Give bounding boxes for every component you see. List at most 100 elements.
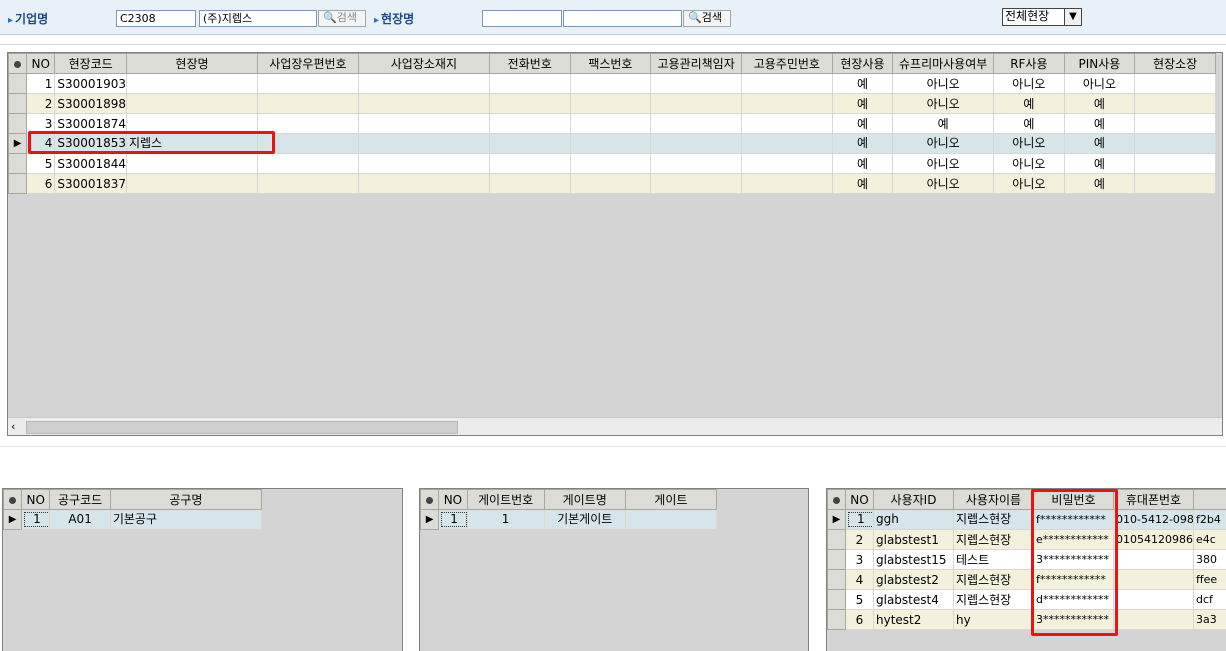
column-selector[interactable] [8,53,28,74]
row-indicator [827,569,846,590]
phone-cell [488,73,571,94]
table-row[interactable]: ▶ 1 ggh 지렙스현장 f************ 010-5412-0986 f2b4 [827,509,1226,530]
col-extra[interactable] [1193,489,1226,510]
company-search-button[interactable]: 🔍검색 [318,10,366,27]
user-id-cell: glabstest15 [873,549,954,570]
col-gate[interactable]: 게이트 [624,489,718,510]
sites-horizontal-scrollbar[interactable]: ‹ [8,417,1222,435]
table-row[interactable]: 6 hytest2 hy 3************ 3a3 [827,609,1226,630]
mobile-cell [1113,569,1194,590]
col-manager-id[interactable]: 고용주민번호 [740,53,833,74]
sites-header-row: NO 현장코드 현장명 사업장우편번호 사업장소재지 전화번호 팩스번호 고용관… [8,53,1216,74]
table-row[interactable]: 4 glabstest2 지렙스현장 f************ ffee [827,569,1226,590]
col-user-id[interactable]: 사용자ID [873,489,954,510]
table-row[interactable]: 3 glabstest15 테스트 3************ 380 [827,549,1226,570]
col-site-head[interactable]: 현장소장 [1134,53,1216,74]
sites-grid: NO 현장코드 현장명 사업장우편번호 사업장소재지 전화번호 팩스번호 고용관… [7,52,1223,436]
col-manager[interactable]: 고용관리책임자 [650,53,742,74]
site-name-input[interactable] [563,10,682,27]
manager-cell [650,153,742,174]
postal-cell [257,173,359,194]
row-indicator [827,549,846,570]
manager-id-cell [740,93,833,114]
col-postal[interactable]: 사업장우편번호 [257,53,359,74]
extra-cell: ffee [1193,569,1226,590]
site-code-input[interactable] [482,10,562,27]
mobile-cell [1113,549,1194,570]
user-id-cell: glabstest4 [873,589,954,610]
gates-table: NO 게이트번호 게이트명 게이트 ▶ 1 1 기본게이트 [420,489,718,530]
postal-cell [257,93,359,114]
company-search-label: 검색 [336,11,357,24]
site-filter-select[interactable]: 전체현장 ▼ [1002,8,1082,26]
col-site-name[interactable]: 현장명 [125,53,259,74]
col-gate-name[interactable]: 게이트명 [543,489,626,510]
col-rf[interactable]: RF사용 [993,53,1065,74]
company-code-input[interactable]: C2308 [116,10,196,27]
column-selector[interactable] [827,489,846,510]
suprema-cell: 아니오 [892,73,995,94]
row-indicator [827,529,846,550]
table-row[interactable]: 6 S300018373 예 아니오 아니오 예 [8,173,1216,194]
chevron-down-icon[interactable]: ▼ [1064,9,1081,25]
dot-icon [833,496,840,504]
col-site-code[interactable]: 현장코드 [54,53,127,74]
row-number: 2 [26,93,56,114]
col-no[interactable]: NO [845,489,874,510]
table-row[interactable]: 5 S300018443 예 아니오 아니오 예 [8,153,1216,174]
col-gate-number[interactable]: 게이트번호 [466,489,545,510]
col-no[interactable]: NO [26,53,56,74]
scrollbar-thumb[interactable] [26,421,458,434]
company-name-input[interactable]: (주)지렙스 [199,10,317,27]
site-use-cell: 예 [831,93,894,114]
col-no[interactable]: NO [21,489,51,510]
address-cell [357,133,490,154]
table-row[interactable]: 1 S300019035 예 아니오 아니오 아니오 [8,73,1216,94]
site-use-cell: 예 [831,73,894,94]
col-no[interactable]: NO [438,489,468,510]
row-number: 6 [845,609,874,630]
user-name-cell: 지렙스현장 [953,529,1034,550]
user-name-cell: 테스트 [953,549,1034,570]
table-row[interactable]: ▶ 1 A01 기본공구 [3,509,263,530]
col-pin[interactable]: PIN사용 [1063,53,1136,74]
site-search-label: 검색 [701,11,722,24]
col-fax[interactable]: 팩스번호 [569,53,652,74]
rf-cell: 예 [993,93,1065,114]
col-site-use[interactable]: 현장사용 [831,53,894,74]
site-use-cell: 예 [831,173,894,194]
mobile-cell [1113,589,1194,610]
user-name-cell: hy [953,609,1034,630]
table-row[interactable]: 5 glabstest4 지렙스현장 d************ dcf [827,589,1226,610]
table-row[interactable]: 2 glabstest1 지렙스현장 e************ 01054120986… [827,529,1226,550]
tools-header-row: NO 공구코드 공구명 [3,489,263,510]
column-selector[interactable] [3,489,23,510]
col-address[interactable]: 사업장소재지 [357,53,490,74]
scroll-left-icon[interactable]: ‹ [11,420,15,433]
row-indicator [8,153,28,174]
column-selector[interactable] [420,489,440,510]
manager-id-cell [740,173,833,194]
suprema-cell: 예 [892,113,995,134]
triangle-right-icon: ▶ [827,509,846,530]
extra-cell: e4c [1193,529,1226,550]
highlight-selected-site [28,131,275,154]
fax-cell [569,73,652,94]
address-cell [357,173,490,194]
col-mobile[interactable]: 휴대폰번호 [1113,489,1194,510]
col-tool-name[interactable]: 공구명 [109,489,263,510]
row-number: 5 [845,589,874,610]
users-grid: NO 사용자ID 사용자이름 비밀번호 휴대폰번호 ▶ 1 ggh 지렙스현장 f***… [826,488,1226,651]
table-row[interactable]: ▶ 1 1 기본게이트 [420,509,718,530]
col-suprema[interactable]: 슈프리마사용여부 [892,53,995,74]
manager-id-cell [740,133,833,154]
rf-cell: 아니오 [993,73,1065,94]
phone-cell [488,153,571,174]
col-user-name[interactable]: 사용자이름 [953,489,1034,510]
table-row[interactable]: 2 S300018986 예 아니오 예 예 [8,93,1216,114]
phone-cell [488,173,571,194]
mobile-cell [1113,609,1194,630]
col-tool-code[interactable]: 공구코드 [49,489,111,510]
site-search-button[interactable]: 🔍검색 [683,10,731,27]
col-phone[interactable]: 전화번호 [488,53,571,74]
